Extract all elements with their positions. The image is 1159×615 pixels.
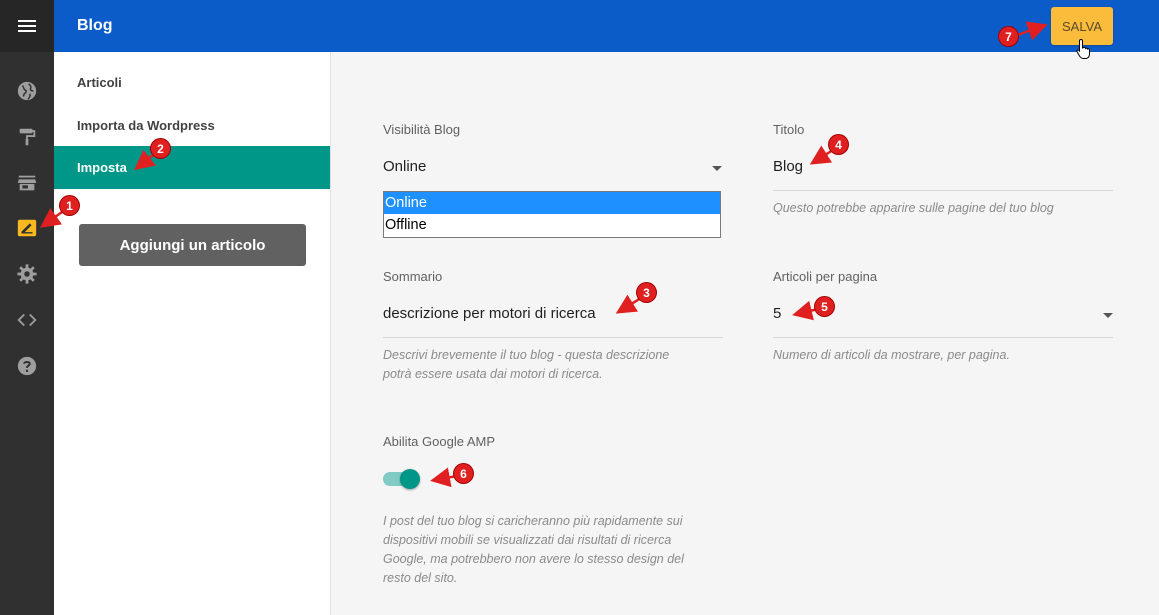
add-article-button[interactable]: Aggiungi un articolo: [79, 224, 306, 266]
code-icon: [17, 313, 37, 327]
store-icon: [17, 175, 37, 191]
rail-item-store[interactable]: [0, 160, 54, 206]
chevron-down-icon[interactable]: [1103, 313, 1113, 318]
amp-label: Abilita Google AMP: [383, 434, 496, 449]
visibility-option-offline[interactable]: Offline: [384, 214, 720, 236]
blog-edit-icon: [17, 219, 37, 237]
annotation-marker-1: 1: [60, 196, 79, 215]
menu-icon: [18, 20, 36, 32]
title-hint: Questo potrebbe apparire sulle pagine de…: [773, 201, 1054, 215]
visibility-label: Visibilità Blog: [383, 122, 461, 137]
per-page-label: Articoli per pagina: [773, 269, 878, 284]
blog-sidebar: Articoli Importa da Wordpress Imposta Ag…: [54, 52, 331, 615]
per-page-hint: Numero di articoli da mostrare, per pagi…: [773, 348, 1010, 362]
annotation-marker-4: 4: [829, 135, 848, 154]
amp-hint-line: Google, ma potrebbero non avere lo stess…: [383, 552, 684, 566]
visibility-dropdown: Online Offline: [383, 191, 721, 238]
visibility-option-online[interactable]: Online: [384, 192, 720, 214]
icon-rail: [0, 0, 54, 615]
per-page-underline: [773, 337, 1113, 338]
summary-hint: Descrivi brevemente il tuo blog - questa…: [383, 346, 669, 384]
per-page-select-value[interactable]: 5: [773, 305, 781, 322]
amp-toggle-thumb[interactable]: [400, 469, 420, 489]
summary-hint-line: Descrivi brevemente il tuo blog - questa…: [383, 348, 670, 362]
annotation-marker-2: 2: [151, 139, 170, 158]
sidebar-item-imposta[interactable]: Imposta: [54, 146, 330, 189]
sidebar-item-articoli[interactable]: Articoli: [54, 61, 330, 104]
paint-roller-icon: [19, 128, 36, 146]
sidebar-item-importa-wordpress[interactable]: Importa da Wordpress: [54, 104, 330, 147]
rail-item-globe[interactable]: [0, 68, 54, 114]
chevron-down-icon[interactable]: [712, 166, 722, 171]
hand-cursor-icon: [1076, 38, 1090, 59]
title-label: Titolo: [773, 122, 805, 137]
rail-item-settings[interactable]: [0, 251, 54, 297]
rail-item-blog[interactable]: [0, 205, 54, 251]
globe-icon: [17, 81, 37, 101]
gear-icon: [17, 264, 37, 284]
amp-hint-line: I post del tuo blog si caricheranno più …: [383, 514, 683, 528]
annotation-marker-5: 5: [815, 297, 834, 316]
title-underline: [773, 190, 1113, 191]
summary-hint-line: potrà essere usata dai motori di ricerca…: [383, 367, 603, 381]
summary-label: Sommario: [383, 269, 443, 284]
top-header: Blog SALVA: [54, 0, 1159, 52]
summary-underline: [383, 337, 723, 338]
amp-hint: I post del tuo blog si caricheranno più …: [383, 512, 684, 588]
summary-input[interactable]: descrizione per motori di ricerca: [383, 305, 596, 322]
rail-item-code[interactable]: [0, 297, 54, 343]
title-input[interactable]: Blog: [773, 158, 803, 175]
menu-button[interactable]: [0, 0, 54, 52]
annotation-marker-6: 6: [454, 464, 473, 483]
help-icon: [17, 356, 37, 376]
visibility-select-value[interactable]: Online: [383, 158, 426, 175]
amp-hint-line: dispositivi mobili se visualizzati dai r…: [383, 533, 672, 547]
annotation-marker-7: 7: [999, 27, 1018, 46]
rail-item-help[interactable]: [0, 343, 54, 389]
rail-item-design[interactable]: [0, 114, 54, 160]
page-title: Blog: [77, 17, 113, 34]
annotation-marker-3: 3: [637, 283, 656, 302]
amp-hint-line: resto del sito.: [383, 571, 458, 585]
